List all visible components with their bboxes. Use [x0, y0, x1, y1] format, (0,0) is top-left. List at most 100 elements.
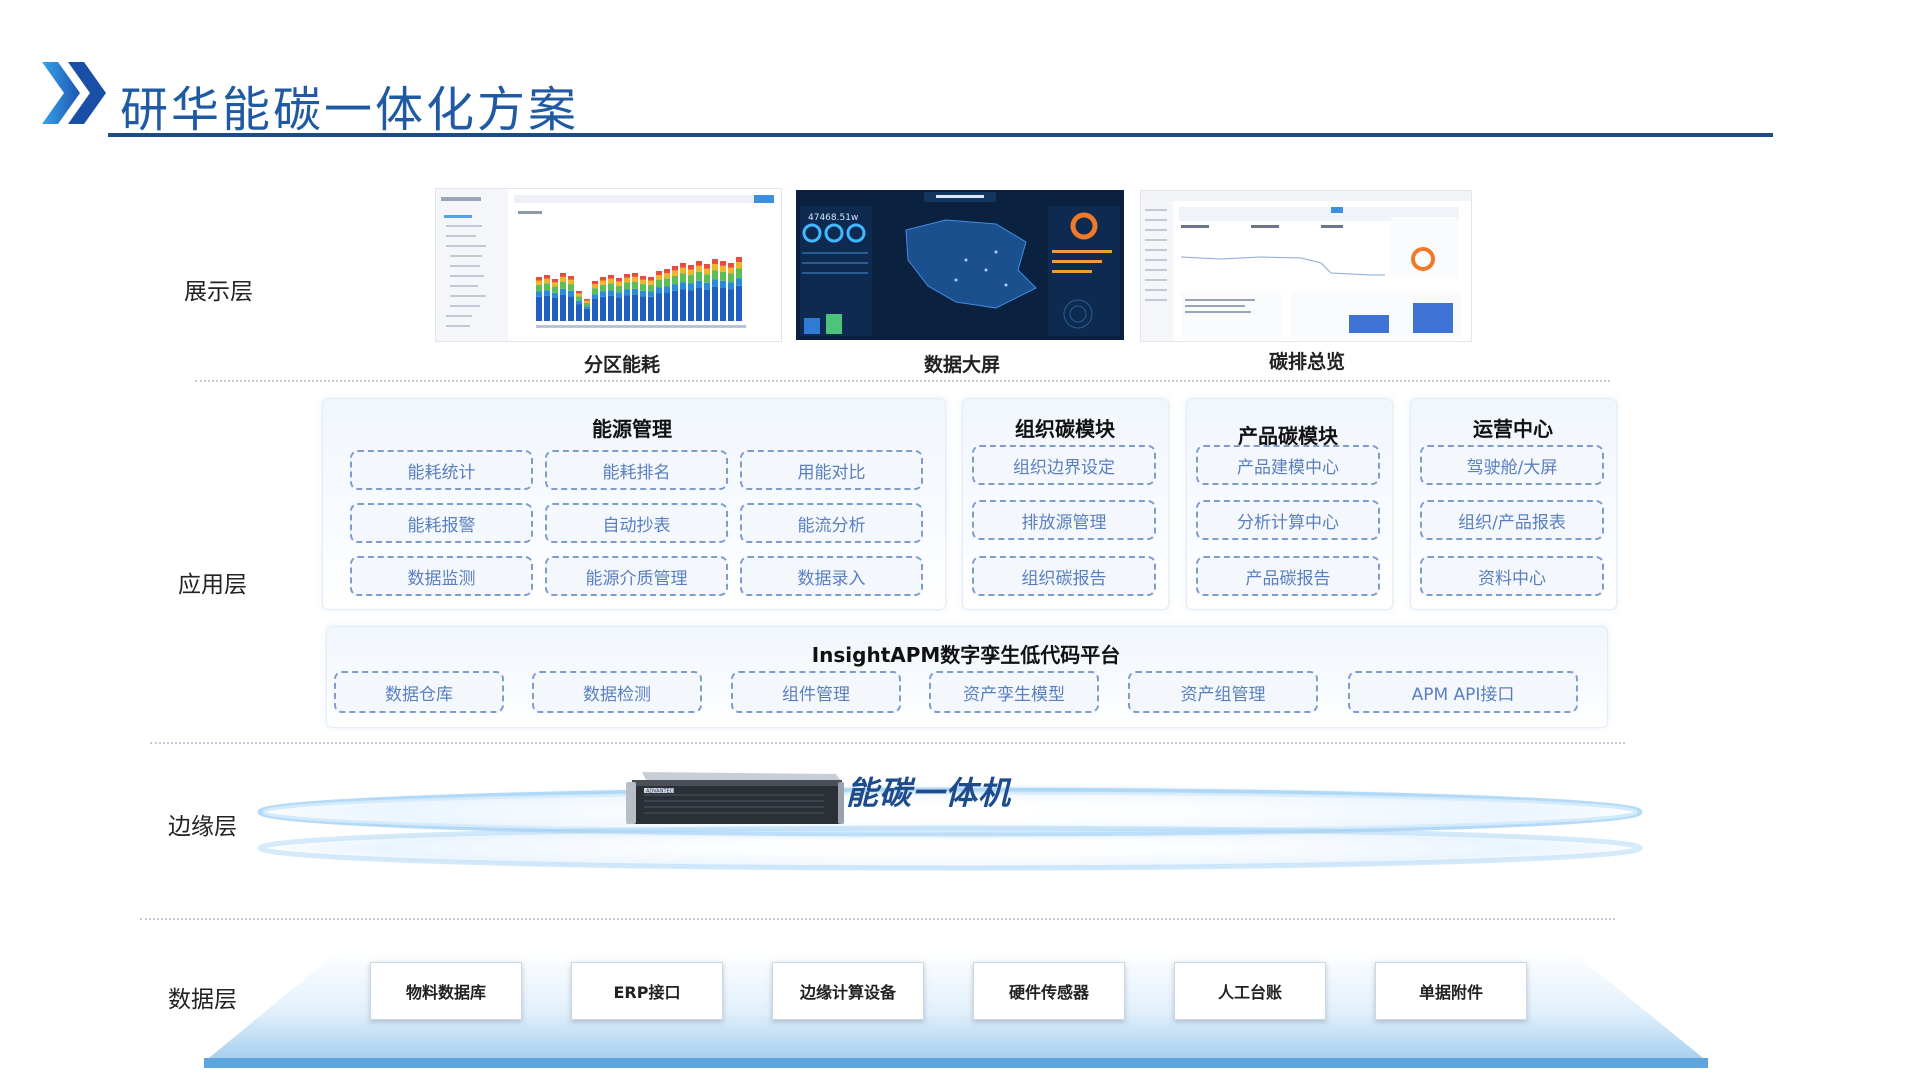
thumbnail-bar-segment: [600, 284, 606, 292]
thumbnail-bar-segment: [600, 277, 606, 281]
module-energy-ranking[interactable]: 能耗排名: [545, 450, 728, 490]
thumbnail-bar-segment: [672, 290, 678, 321]
thumbnail-bar-segment: [688, 290, 694, 321]
thumbnail-bar-segment: [584, 302, 590, 307]
module-energy-comparison[interactable]: 用能对比: [740, 450, 923, 490]
thumbnail-bar-segment: [576, 291, 582, 294]
device-brand: ADVANTECH: [646, 789, 677, 795]
panel-title-org-carbon: 组织碳模块: [1015, 417, 1115, 441]
thumbnail-bar-segment: [568, 276, 574, 280]
thumbnail-bar-segment: [584, 299, 590, 301]
thumbnail-bar-segment: [616, 292, 622, 298]
thumbnail-bar-segment: [640, 296, 646, 321]
module-product-carbon-report[interactable]: 产品碳报告: [1196, 556, 1380, 596]
page-title: 研华能碳一体化方案: [120, 82, 580, 138]
layer-separator: [140, 918, 1615, 920]
thumbnail-bar-segment: [728, 289, 734, 321]
thumbnail-zone-energy[interactable]: [435, 188, 782, 342]
module-data-monitoring[interactable]: 数据监测: [350, 556, 533, 596]
thumbnail-bar-segment: [728, 282, 734, 290]
thumbnail-bar-segment: [720, 261, 726, 266]
thumbnail-bar-segment: [568, 296, 574, 321]
layer-label-presentation: 展示层: [184, 279, 253, 305]
thumbnail-bar-segment: [664, 269, 670, 274]
thumbnail-bar-segment: [720, 265, 726, 272]
thumbnail-bar-segment: [688, 275, 694, 284]
thumbnail-bar-segment: [680, 263, 686, 268]
thumbnail-bar-segment: [560, 281, 566, 289]
module-component-management[interactable]: 组件管理: [731, 671, 901, 713]
module-org-product-reports[interactable]: 组织/产品报表: [1420, 500, 1604, 540]
data-source-edge-computing-device[interactable]: 边缘计算设备: [772, 962, 924, 1020]
module-energy-alarm[interactable]: 能耗报警: [350, 503, 533, 543]
thumbnail-bar-segment: [624, 282, 630, 290]
edge-device-label: 能碳一体机: [846, 774, 1012, 812]
thumbnail-bar-segment: [664, 273, 670, 279]
thumbnail-bar-segment: [736, 262, 742, 269]
thumbnail-bar-segment: [712, 259, 718, 264]
module-data-inspection[interactable]: 数据检测: [532, 671, 702, 713]
thumbnail-bar-segment: [664, 278, 670, 287]
thumbnail-bar-segment: [536, 284, 542, 292]
thumbnail-bar-segment: [584, 306, 590, 309]
thumbnail-carbon-overview[interactable]: [1140, 190, 1472, 342]
thumbnail-bar-segment: [608, 283, 614, 291]
module-energy-medium-management[interactable]: 能源介质管理: [545, 556, 728, 596]
module-auto-meter-reading[interactable]: 自动抄表: [545, 503, 728, 543]
module-analysis-computing-center[interactable]: 分析计算中心: [1196, 500, 1380, 540]
data-screen-screenshot: 47468.51w: [796, 190, 1124, 340]
thumbnail-bar-segment: [656, 280, 662, 288]
thumbnail-bar-segment: [672, 275, 678, 285]
data-source-material-db[interactable]: 物料数据库: [370, 962, 522, 1020]
module-energy-flow-analysis[interactable]: 能流分析: [740, 503, 923, 543]
thumbnail-bar-segment: [616, 285, 622, 293]
thumbnail-bar-segment: [616, 281, 622, 286]
thumbnail-bar-segment: [704, 274, 710, 283]
data-source-hardware-sensor[interactable]: 硬件传感器: [973, 962, 1125, 1020]
thumbnail-bar-segment: [648, 280, 654, 285]
module-emission-source-management[interactable]: 排放源管理: [972, 500, 1156, 540]
module-product-modeling-center[interactable]: 产品建模中心: [1196, 445, 1380, 485]
module-apm-api[interactable]: APM API接口: [1348, 671, 1578, 713]
thumbnail-bar-segment: [568, 284, 574, 291]
thumbnail-bar-segment: [648, 277, 654, 281]
thumbnail-bar-segment: [592, 284, 598, 289]
thumbnail-bar-segment: [728, 267, 734, 274]
thumbnail-bar-segment: [568, 290, 574, 297]
module-asset-twin-model[interactable]: 资产孪生模型: [929, 671, 1099, 713]
thumbnail-bar-segment: [632, 288, 638, 295]
thumbnail-bar-segment: [656, 293, 662, 321]
thumbnail-data-screen[interactable]: 47468.51w: [796, 190, 1124, 340]
thumbnail-bar-segment: [592, 294, 598, 299]
thumbnail-bar-segment: [600, 280, 606, 285]
thumbnail-bar-segment: [552, 279, 558, 283]
thumbnail-bar-segment: [632, 273, 638, 277]
thumbnail-bar-segment: [648, 284, 654, 292]
module-data-warehouse[interactable]: 数据仓库: [334, 671, 504, 713]
thumbnail-bar-segment: [584, 300, 590, 303]
module-org-boundary-setting[interactable]: 组织边界设定: [972, 445, 1156, 485]
module-asset-group-management[interactable]: 资产组管理: [1128, 671, 1318, 713]
thumbnail-bar-segment: [728, 273, 734, 283]
thumbnail-bar-segment: [640, 284, 646, 291]
module-data-entry[interactable]: 数据录入: [740, 556, 923, 596]
thumbnail-bar-segment: [560, 273, 566, 277]
thumbnail-bar-segment: [720, 288, 726, 321]
thumbnail-bar-segment: [680, 282, 686, 290]
module-cockpit-screen[interactable]: 驾驶舱/大屏: [1420, 445, 1604, 485]
module-document-center[interactable]: 资料中心: [1420, 556, 1604, 596]
thumbnail-bar-segment: [664, 286, 670, 293]
thumbnail-bar-segment: [576, 300, 582, 305]
thumbnail-bar-segment: [544, 278, 550, 284]
data-source-document-attachments[interactable]: 单据附件: [1375, 962, 1527, 1020]
data-source-erp-interface[interactable]: ERP接口: [571, 962, 723, 1020]
thumbnail-bar-segment: [696, 265, 702, 272]
thumbnail-bar-segment: [712, 286, 718, 321]
thumbnail-bar-segment: [696, 261, 702, 266]
module-energy-stats[interactable]: 能耗统计: [350, 450, 533, 490]
thumbnail-bar-segment: [632, 276, 638, 282]
module-org-carbon-report[interactable]: 组织碳报告: [972, 556, 1156, 596]
data-source-manual-ledger[interactable]: 人工台账: [1174, 962, 1326, 1020]
thumbnail-bar-segment: [640, 279, 646, 285]
thumbnail-bar-segment: [552, 292, 558, 298]
